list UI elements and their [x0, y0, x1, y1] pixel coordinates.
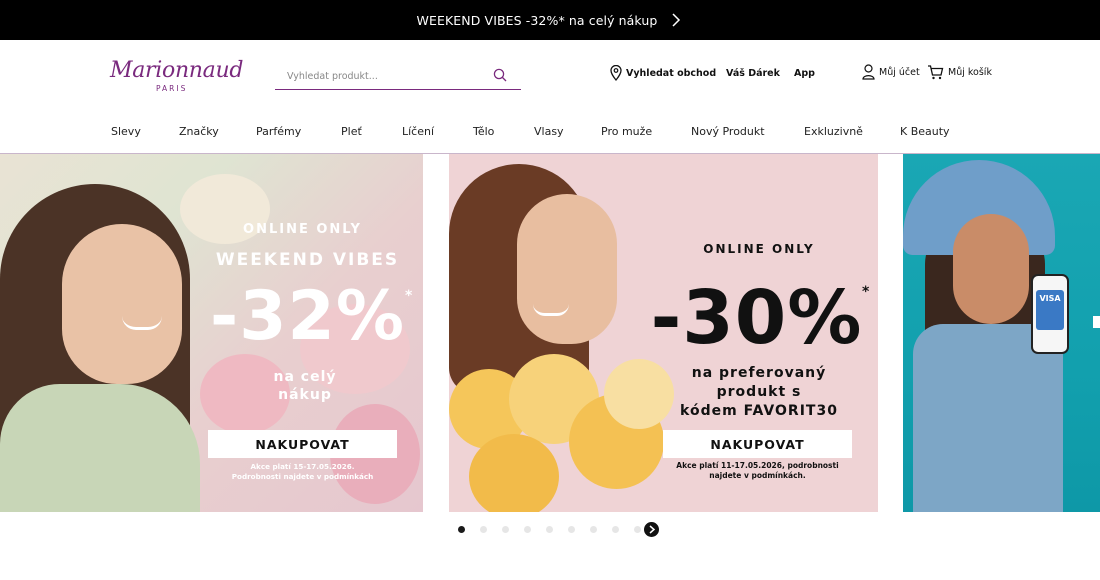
carousel-pagination — [0, 520, 1100, 540]
cart-link[interactable]: Můj košík — [927, 64, 992, 80]
carousel-dot[interactable] — [524, 526, 531, 533]
slide-asterisk: * — [405, 288, 413, 304]
terms-line: Akce platí 15-17.05.2026. — [250, 462, 355, 471]
chevron-right-icon — [649, 525, 655, 534]
slide-eyebrow: ONLINE ONLY — [703, 242, 815, 256]
nav-item-liceni[interactable]: Líčení — [402, 125, 434, 138]
carousel-dot[interactable] — [502, 526, 509, 533]
slide-discount: -30% — [650, 275, 863, 361]
store-locator-label: Vyhledat obchod — [626, 67, 717, 79]
terms-line: Podrobnosti najdete v podmínkách — [231, 472, 374, 481]
cart-label: Můj košík — [948, 66, 992, 78]
rose-decoration — [469, 434, 559, 512]
slide-title: WEEKEND VIBES — [215, 250, 400, 270]
slide-asterisk: * — [862, 284, 870, 300]
search-bar — [275, 62, 521, 90]
nav-item-telo[interactable]: Tělo — [473, 125, 494, 138]
slide-subtitle: na celý nákup — [250, 368, 360, 404]
slide-subtitle-line: na celý — [273, 369, 337, 385]
search-icon[interactable] — [493, 67, 507, 82]
carousel-dot[interactable] — [546, 526, 553, 533]
nav-item-znacky[interactable]: Značky — [179, 125, 219, 138]
terms-line: najdete v podmínkách. — [709, 471, 806, 480]
carousel-dot[interactable] — [634, 526, 641, 533]
account-link[interactable]: Můj účet — [862, 64, 920, 80]
nav-item-novy-produkt[interactable]: Nový Produkt — [691, 125, 765, 138]
code-prefix: kódem — [680, 403, 744, 419]
phone-image: VISA — [1031, 274, 1069, 354]
carousel-dot[interactable] — [590, 526, 597, 533]
carousel-dot[interactable] — [458, 526, 465, 533]
search-input[interactable] — [287, 66, 487, 86]
model-face — [62, 224, 182, 384]
gift-link[interactable]: Váš Dárek — [726, 68, 780, 79]
site-header: Marionnaud PARIS Vyhledat obchod Váš Dár… — [0, 40, 1100, 112]
slide-subtitle-line: kódem FAVORIT30 — [669, 402, 849, 421]
model-face — [953, 214, 1029, 324]
nav-item-pro-muze[interactable]: Pro muže — [601, 125, 652, 138]
nav-item-vlasy[interactable]: Vlasy — [534, 125, 564, 138]
carousel-next-button[interactable] — [644, 522, 659, 537]
model-face — [517, 194, 617, 344]
shop-now-button[interactable]: NAKUPOVAT — [208, 430, 397, 458]
carousel-dot[interactable] — [612, 526, 619, 533]
shop-now-button[interactable]: NAKUPOVAT — [663, 430, 852, 458]
chevron-right-icon[interactable] — [671, 13, 683, 27]
promo-text[interactable]: WEEKEND VIBES -32%* na celý nákup — [417, 13, 658, 28]
user-icon — [862, 64, 875, 80]
promo-code: FAVORIT30 — [743, 403, 838, 419]
slide-discount: -32% — [210, 277, 405, 356]
hero-slide-favorit30[interactable]: ONLINE ONLY -30% * na preferovaný produk… — [449, 154, 878, 512]
nav-item-parfemy[interactable]: Parfémy — [256, 125, 301, 138]
carousel-dot[interactable] — [568, 526, 575, 533]
account-label: Můj účet — [879, 66, 920, 78]
marionnaud-logo[interactable]: Marionnaud PARIS — [110, 58, 243, 94]
rose-decoration — [604, 359, 674, 429]
slide-subtitle: na preferovaný produkt s kódem FAVORIT30 — [669, 364, 849, 421]
slide-eyebrow: ONLINE ONLY — [243, 222, 362, 237]
slide-terms-note: Akce platí 15-17.05.2026. Podrobnosti na… — [210, 462, 395, 482]
category-nav: Slevy Značky Parfémy Pleť Líčení Tělo Vl… — [0, 112, 1100, 154]
hero-slide-weekend-vibes[interactable]: ONLINE ONLY WEEKEND VIBES -32% * na celý… — [0, 154, 423, 512]
store-locator-link[interactable]: Vyhledat obchod — [610, 64, 717, 82]
hero-carousel: ONLINE ONLY WEEKEND VIBES -32% * na celý… — [0, 154, 1100, 512]
nav-item-exkluzivne[interactable]: Exkluzivně — [804, 125, 863, 138]
nav-item-slevy[interactable]: Slevy — [111, 125, 141, 138]
logo-subtitle: PARIS — [156, 84, 188, 93]
slide-edge-mark — [1093, 316, 1100, 328]
logo-wordmark: Marionnaud — [110, 58, 244, 83]
hero-slide-visa[interactable]: VISA — [903, 154, 1100, 512]
slide-terms-note: Akce platí 11-17.05.2026, podrobnosti na… — [663, 461, 852, 481]
slide-subtitle-line: produkt s — [716, 384, 802, 400]
nav-item-plet[interactable]: Pleť — [341, 125, 362, 138]
slide-subtitle-line: na preferovaný — [691, 365, 827, 381]
visa-card: VISA — [1036, 290, 1064, 330]
promo-bar[interactable]: WEEKEND VIBES -32%* na celý nákup — [0, 0, 1100, 40]
model-shirt — [0, 384, 200, 512]
nav-item-k-beauty[interactable]: K Beauty — [900, 125, 950, 138]
slide-subtitle-line: nákup — [278, 387, 332, 403]
terms-line: Akce platí 11-17.05.2026, podrobnosti — [676, 461, 839, 470]
cart-icon — [927, 64, 944, 80]
app-link[interactable]: App — [794, 68, 815, 79]
carousel-dot[interactable] — [480, 526, 487, 533]
map-pin-icon — [610, 64, 622, 82]
